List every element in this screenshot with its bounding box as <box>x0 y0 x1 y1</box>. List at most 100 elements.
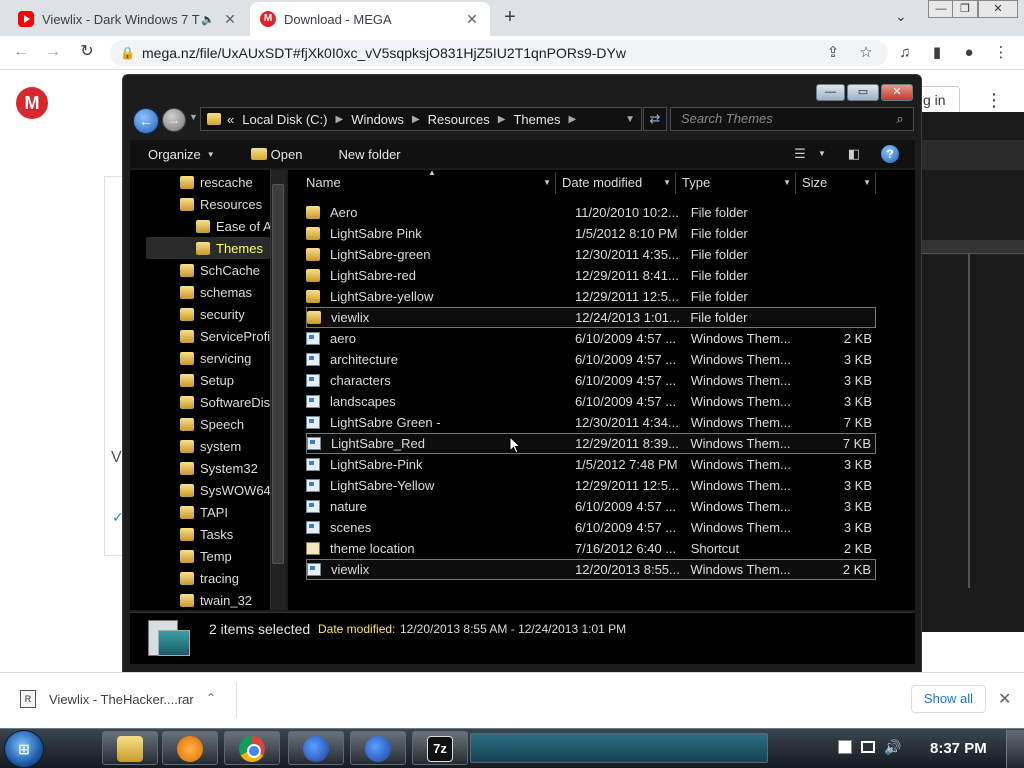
table-row[interactable]: architecture 6/10/2009 4:57 ... Windows Th… <box>306 349 876 370</box>
refresh-icon[interactable]: ⇄ <box>643 107 667 131</box>
nav-item[interactable]: Speech <box>132 413 270 435</box>
reload-icon[interactable]: ↻ <box>74 39 100 65</box>
table-row[interactable]: scenes 6/10/2009 4:57 ... Windows Them... 3… <box>306 517 876 538</box>
nav-item[interactable]: rescache <box>132 171 270 193</box>
taskbar-active-window[interactable] <box>470 733 768 763</box>
table-row[interactable]: theme location 7/16/2012 6:40 ... Shortcut… <box>306 538 876 559</box>
chevron-down-icon[interactable]: ▼ <box>663 172 671 194</box>
close-icon[interactable]: ✕ <box>464 11 480 28</box>
chevron-up-icon[interactable]: ⌃ <box>206 691 216 705</box>
chevron-down-icon[interactable]: ▼ <box>783 172 791 194</box>
table-row[interactable]: LightSabre-Pink 1/5/2012 7:48 PM Windows T… <box>306 454 876 475</box>
taskbar-clock[interactable]: 8:37 PM <box>930 740 987 757</box>
show-all-button[interactable]: Show all <box>911 685 986 713</box>
table-row[interactable]: nature 6/10/2009 4:57 ... Windows Them... 3… <box>306 496 876 517</box>
nav-item[interactable]: system <box>132 435 270 457</box>
minimize-button[interactable]: — <box>816 84 845 101</box>
tab-viewlix-youtube[interactable]: Viewlix - Dark Windows 7 Th 🔈 ✕ <box>8 2 248 36</box>
breadcrumb[interactable]: « Local Disk (C:) ▶ Windows ▶ Resources … <box>200 107 642 131</box>
view-options-icon[interactable]: ☰ <box>792 146 808 162</box>
nav-item[interactable]: schemas <box>132 281 270 303</box>
minimize-button[interactable]: — <box>928 0 954 18</box>
table-row[interactable]: landscapes 6/10/2009 4:57 ... Windows Them… <box>306 391 876 412</box>
taskbar-media-player[interactable] <box>162 731 218 765</box>
forward-arrow-icon[interactable]: → <box>162 108 186 132</box>
forward-arrow-icon[interactable]: → <box>40 39 66 65</box>
show-desktop-button[interactable] <box>1006 730 1024 768</box>
nav-item[interactable]: twain_32 <box>132 589 270 611</box>
close-icon[interactable]: ✕ <box>998 689 1011 709</box>
table-row[interactable]: LightSabre-Yellow 12/29/2011 12:5... Windo… <box>306 475 876 496</box>
chevron-right-icon[interactable]: ▶ <box>335 114 343 125</box>
table-row[interactable]: LightSabre-red 12/29/2011 8:41... File fol… <box>306 265 876 286</box>
chevron-right-icon[interactable]: ▶ <box>498 114 506 125</box>
organize-button[interactable]: Organize ▼ <box>130 140 233 168</box>
table-row[interactable]: aero 6/10/2009 4:57 ... Windows Them... 2 K… <box>306 328 876 349</box>
network-icon[interactable] <box>861 741 875 753</box>
profile-icon[interactable]: ● <box>958 42 980 64</box>
maximize-button[interactable]: ▭ <box>847 84 879 101</box>
download-item-name[interactable]: Viewlix - TheHacker....rar <box>49 692 194 707</box>
menu-kebab-icon[interactable]: ⋮ <box>990 42 1012 64</box>
table-row[interactable]: Aero 11/20/2010 10:2... File folder <box>306 202 876 223</box>
nav-item[interactable]: Tasks <box>132 523 270 545</box>
breadcrumb-item-resources[interactable]: Resources <box>428 112 490 127</box>
column-header-size[interactable]: Size ▼ <box>796 172 876 194</box>
new-tab-button[interactable]: + <box>498 6 522 30</box>
chevron-right-icon[interactable]: ▶ <box>412 114 420 125</box>
table-row[interactable]: LightSabre_Red 12/29/2011 8:39... Windows … <box>306 433 876 454</box>
mega-logo[interactable]: M <box>16 87 48 119</box>
sign-in-button[interactable]: g in <box>918 86 960 114</box>
taskbar-explorer[interactable] <box>102 731 158 765</box>
nav-scrollbar-thumb[interactable] <box>272 184 284 564</box>
chevron-down-icon[interactable]: ▼ <box>863 172 871 194</box>
taskbar-firefox[interactable] <box>288 731 344 765</box>
nav-item[interactable]: security <box>132 303 270 325</box>
search-icon[interactable]: ⌕ <box>890 109 910 129</box>
nav-item[interactable]: ServiceProfi <box>132 325 270 347</box>
close-window-button[interactable]: ✕ <box>881 84 913 101</box>
table-row[interactable]: LightSabre-green 12/30/2011 4:35... File f… <box>306 244 876 265</box>
table-row[interactable]: characters 6/10/2009 4:57 ... Windows Them… <box>306 370 876 391</box>
back-arrow-icon[interactable]: ← <box>8 39 34 65</box>
side-panel-icon[interactable]: ▮ <box>926 42 948 64</box>
nav-item[interactable]: TAPI <box>132 501 270 523</box>
column-header-date[interactable]: Date modified ▼ <box>556 172 676 194</box>
nav-item[interactable]: servicing <box>132 347 270 369</box>
breadcrumb-item-themes[interactable]: Themes <box>513 112 560 127</box>
search-input[interactable]: Search Themes <box>670 107 914 131</box>
nav-item[interactable]: SysWOW64 <box>132 479 270 501</box>
close-window-button[interactable]: ✕ <box>978 0 1018 18</box>
preview-pane-icon[interactable]: ◧ <box>846 146 862 162</box>
breadcrumb-item-windows[interactable]: Windows <box>351 112 404 127</box>
column-header-type[interactable]: Type ▼ <box>676 172 796 194</box>
chevron-right-icon[interactable]: ▶ <box>568 114 576 125</box>
chevron-down-icon[interactable]: ▼ <box>543 172 551 194</box>
taskbar-firefox-2[interactable] <box>350 731 406 765</box>
nav-item[interactable]: Themes <box>146 237 270 259</box>
volume-icon[interactable]: 🔊 <box>884 739 901 756</box>
share-icon[interactable]: ⇪ <box>822 42 844 64</box>
table-row[interactable]: viewlix 12/20/2013 8:55... Windows Them...… <box>306 559 876 580</box>
chevron-down-icon[interactable]: ▼ <box>816 149 828 165</box>
nav-item[interactable]: Temp <box>132 545 270 567</box>
taskbar-7zip[interactable]: 7z <box>412 731 468 765</box>
table-row[interactable]: LightSabre Pink 1/5/2012 8:10 PM File fold… <box>306 223 876 244</box>
tab-download-mega[interactable]: M Download - MEGA ✕ <box>250 2 490 36</box>
back-arrow-icon[interactable]: ← <box>133 108 159 134</box>
maximize-button[interactable]: ❐ <box>952 0 978 18</box>
new-folder-button[interactable]: New folder <box>320 140 418 168</box>
close-icon[interactable]: ✕ <box>222 11 238 28</box>
open-button[interactable]: Open <box>233 140 321 168</box>
start-button[interactable]: ⊞ <box>4 730 44 768</box>
table-row[interactable]: LightSabre-yellow 12/29/2011 12:5... File … <box>306 286 876 307</box>
star-icon[interactable]: ☆ <box>855 42 877 64</box>
taskbar-chrome[interactable] <box>224 731 280 765</box>
nav-item[interactable]: System32 <box>132 457 270 479</box>
nav-item[interactable]: tracing <box>132 567 270 589</box>
address-bar[interactable]: 🔒 mega.nz/file/UxAUxSDT#fjXk0I0xc_vV5sqp… <box>110 40 888 66</box>
speaker-icon[interactable]: 🔈 <box>200 13 216 26</box>
chevron-down-icon[interactable]: ⌄ <box>895 8 907 25</box>
help-icon[interactable]: ? <box>881 145 899 163</box>
table-row[interactable]: LightSabre Green - 12/30/2011 4:34... Wind… <box>306 412 876 433</box>
